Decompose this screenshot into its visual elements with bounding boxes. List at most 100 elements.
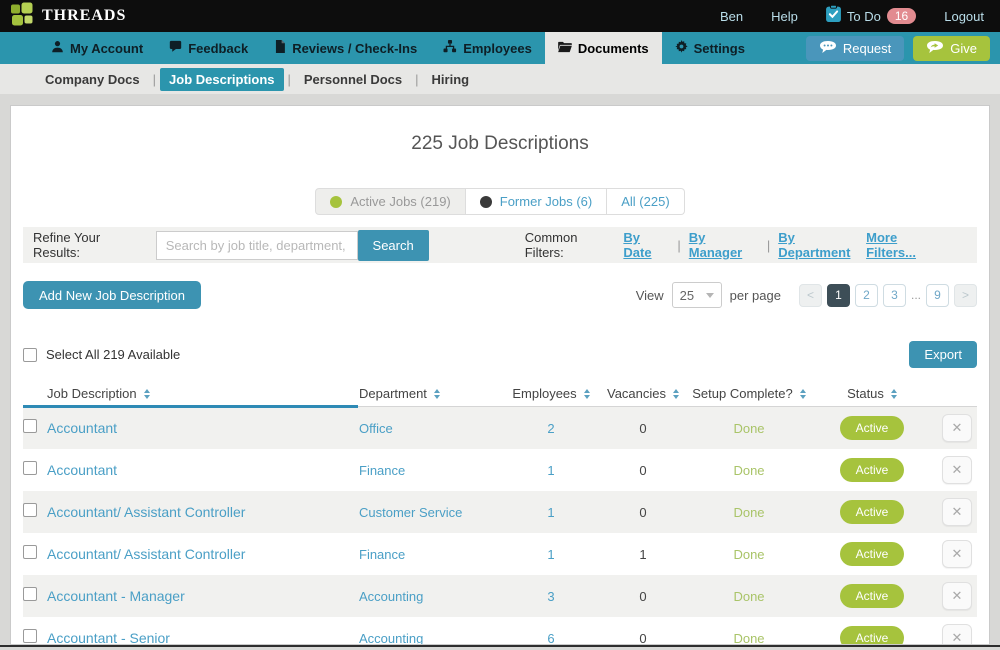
refine-bar: Refine Your Results: Search Common Filte… — [23, 227, 977, 263]
sorted-column-indicator — [23, 405, 358, 408]
header-job-description[interactable]: Job Description — [47, 386, 359, 401]
header-employees[interactable]: Employees — [507, 386, 595, 401]
remove-row-button[interactable]: ✕ — [942, 456, 972, 484]
remove-row-button[interactable]: ✕ — [942, 414, 972, 442]
row-checkbox[interactable] — [23, 502, 37, 517]
more-filters-link[interactable]: More Filters... — [866, 230, 947, 260]
department-link[interactable]: Finance — [359, 547, 405, 562]
department-link[interactable]: Office — [359, 421, 393, 436]
employees-count-link[interactable]: 6 — [547, 631, 554, 645]
user-name-link[interactable]: Ben — [720, 9, 743, 24]
job-link[interactable]: Accountant — [47, 420, 117, 436]
subnav-item-job-descriptions[interactable]: Job Descriptions — [160, 67, 284, 91]
close-icon: ✕ — [951, 462, 963, 477]
row-checkbox[interactable] — [23, 628, 37, 643]
remove-row-button[interactable]: ✕ — [942, 540, 972, 568]
sort-icon — [799, 388, 806, 399]
active-jobs-dot-icon — [330, 195, 343, 208]
subnav-item-company-docs[interactable]: Company Docs — [36, 68, 149, 91]
row-checkbox[interactable] — [23, 544, 37, 559]
nav-item-documents[interactable]: Documents — [544, 32, 662, 64]
remove-row-button[interactable]: ✕ — [942, 498, 972, 526]
speech-bubble-icon — [169, 40, 182, 56]
setup-status: Done — [733, 420, 765, 436]
filter-by-date-link[interactable]: By Date — [623, 230, 669, 260]
page-3-button[interactable]: 3 — [882, 283, 906, 307]
nav-item-settings[interactable]: Settings — [662, 32, 758, 64]
todo-group[interactable]: To Do 16 — [825, 4, 917, 27]
todo-link[interactable]: To Do — [847, 9, 881, 24]
department-link[interactable]: Finance — [359, 463, 405, 478]
page-next-button[interactable]: > — [954, 283, 977, 307]
header-setup-complete[interactable]: Setup Complete? — [691, 386, 807, 401]
nav-item-feedback[interactable]: Feedback — [156, 32, 261, 64]
logout-link[interactable]: Logout — [944, 9, 984, 24]
nav-item-reviews[interactable]: Reviews / Check-Ins — [261, 32, 430, 64]
job-link[interactable]: Accountant - Senior — [47, 630, 170, 644]
employees-count-link[interactable]: 2 — [547, 421, 554, 436]
divider: | — [287, 71, 291, 87]
job-descriptions-table: Job Description Department Employees Vac… — [23, 381, 977, 645]
search-input[interactable] — [155, 230, 358, 260]
header-department[interactable]: Department — [359, 386, 507, 401]
department-link[interactable]: Customer Service — [359, 505, 462, 520]
employees-count-link[interactable]: 3 — [547, 589, 554, 604]
close-icon: ✕ — [951, 504, 963, 519]
page-9-button[interactable]: 9 — [926, 283, 949, 307]
vacancies-count: 0 — [639, 588, 647, 604]
department-link[interactable]: Accounting — [359, 589, 423, 604]
brand[interactable]: THREADS — [10, 2, 126, 31]
tab-former-jobs[interactable]: Former Jobs (6) — [465, 188, 608, 215]
job-link[interactable]: Accountant — [47, 462, 117, 478]
threads-logo-icon — [10, 2, 34, 31]
toolbar: Add New Job Description View 25 per page… — [23, 281, 977, 309]
table-row: Accountant/ Assistant Controller Custome… — [23, 491, 977, 533]
per-page-value: 25 — [679, 287, 695, 303]
subnav-item-personnel-docs[interactable]: Personnel Docs — [295, 68, 411, 91]
status-badge: Active — [840, 626, 904, 644]
employees-count-link[interactable]: 1 — [547, 547, 554, 562]
sub-nav: Company Docs | Job Descriptions | Person… — [0, 64, 1000, 94]
page-prev-button[interactable]: < — [798, 283, 822, 307]
setup-status: Done — [733, 588, 765, 604]
job-link[interactable]: Accountant/ Assistant Controller — [47, 504, 245, 520]
employees-count-link[interactable]: 1 — [547, 463, 554, 478]
pagination-ellipsis: ... — [910, 288, 921, 302]
page-2-button[interactable]: 2 — [854, 283, 878, 307]
row-checkbox[interactable] — [23, 460, 37, 475]
job-link[interactable]: Accountant/ Assistant Controller — [47, 546, 245, 562]
search-button[interactable]: Search — [357, 229, 429, 261]
common-filters: Common Filters: By Date | By Manager | B… — [525, 230, 866, 260]
job-link[interactable]: Accountant - Manager — [47, 588, 185, 604]
row-checkbox[interactable] — [23, 586, 37, 601]
tab-label: All (225) — [621, 194, 670, 209]
add-new-job-description-button[interactable]: Add New Job Description — [23, 281, 201, 309]
remove-row-button[interactable]: ✕ — [942, 624, 972, 644]
divider: | — [415, 71, 419, 87]
brand-name: THREADS — [42, 7, 127, 24]
request-button[interactable]: Request — [805, 35, 905, 61]
topbar: THREADS Ben Help To Do 16 Logout — [0, 0, 1000, 32]
export-button[interactable]: Export — [909, 341, 977, 368]
subnav-item-hiring[interactable]: Hiring — [423, 68, 479, 91]
row-checkbox[interactable] — [23, 418, 37, 433]
filter-by-department-link[interactable]: By Department — [778, 230, 866, 260]
page-1-button[interactable]: 1 — [826, 283, 850, 307]
employees-count-link[interactable]: 1 — [547, 505, 554, 520]
per-page-select[interactable]: 25 — [671, 282, 722, 308]
tab-all-jobs[interactable]: All (225) — [607, 188, 685, 215]
header-label: Vacancies — [606, 386, 666, 401]
tab-active-jobs[interactable]: Active Jobs (219) — [315, 188, 466, 215]
setup-status: Done — [733, 630, 765, 645]
remove-row-button[interactable]: ✕ — [942, 582, 972, 610]
help-link[interactable]: Help — [771, 9, 798, 24]
nav-item-my-account[interactable]: My Account — [38, 32, 156, 64]
department-link[interactable]: Accounting — [359, 631, 423, 645]
clipboard-check-icon — [825, 4, 841, 27]
give-button[interactable]: Give — [913, 35, 990, 61]
header-status[interactable]: Status — [807, 386, 937, 401]
header-vacancies[interactable]: Vacancies — [595, 386, 691, 401]
filter-by-manager-link[interactable]: By Manager — [689, 230, 759, 260]
select-all-checkbox[interactable] — [23, 347, 37, 362]
nav-item-employees[interactable]: Employees — [430, 32, 545, 64]
